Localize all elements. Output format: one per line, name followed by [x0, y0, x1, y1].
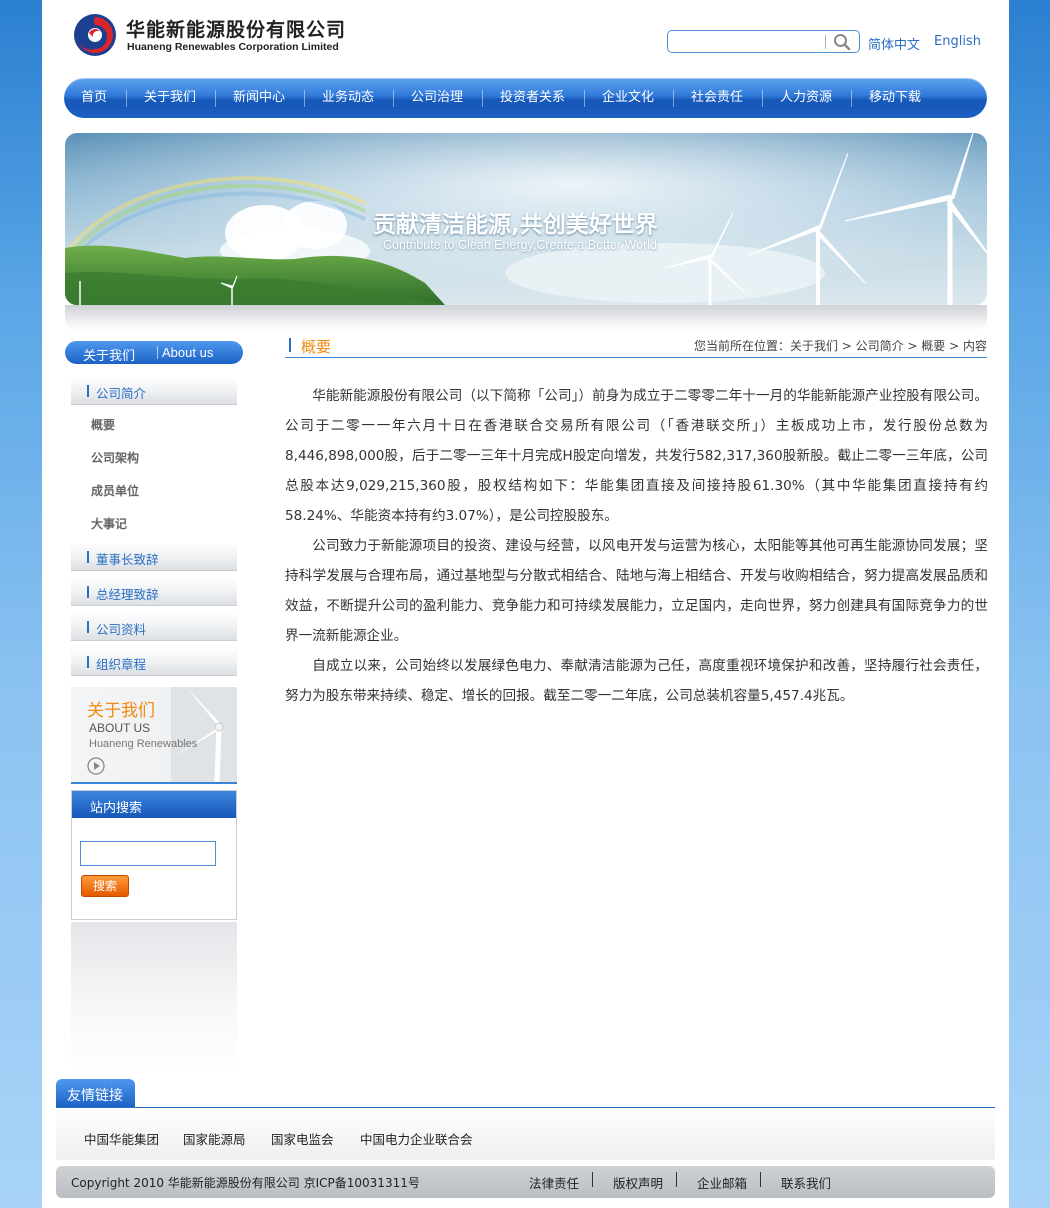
banner-subtitle: Contribute to Clean Energy,Create a Bett… — [383, 238, 657, 252]
sidebar-fade — [71, 922, 237, 1072]
search-icon[interactable] — [833, 33, 851, 51]
top-search-box — [667, 30, 860, 53]
nav-divider — [584, 90, 585, 107]
nav-divider — [304, 90, 305, 107]
content-paragraph: 自成立以来，公司始终以发展绿色电力、奉献清洁能源为己任，高度重视环境保护和改善，… — [285, 658, 988, 704]
content-paragraph: 公司致力于新能源项目的投资、建设与经营，以风电开发与运营为核心，太阳能等其他可再… — [285, 538, 988, 644]
company-name-en: Huaneng Renewables Corporation Limited — [127, 41, 339, 53]
nav-item-investors[interactable]: 投资者关系 — [500, 78, 565, 118]
friendly-link-huaneng[interactable]: 中国华能集团 — [84, 1129, 159, 1148]
footer-link-email[interactable]: 企业邮箱 — [697, 1173, 747, 1192]
site-search-panel: 站内搜索 搜索 — [71, 790, 237, 920]
nav-item-hr[interactable]: 人力资源 — [780, 78, 832, 118]
sidebar-subitem-milestones[interactable]: 大事记 — [91, 515, 127, 532]
page: 华能新能源股份有限公司 Huaneng Renewables Corporati… — [42, 0, 1009, 1208]
sidebar-item-label: 公司资料 — [96, 622, 147, 637]
footer-bar: Copyright 2010 华能新能源股份有限公司 京ICP备10031311… — [56, 1166, 995, 1198]
footer-divider — [676, 1172, 677, 1187]
top-search-input[interactable] — [674, 33, 828, 52]
nav-item-business[interactable]: 业务动态 — [322, 78, 374, 118]
sidebar-item-marker — [87, 385, 89, 397]
nav-divider — [762, 90, 763, 107]
sidebar-item-marker — [87, 621, 89, 633]
about-us-promo[interactable]: 关于我们 ABOUT US Huaneng Renewables — [71, 687, 237, 784]
sidebar-subitem-overview[interactable]: 概要 — [91, 416, 115, 433]
site-search-button[interactable]: 搜索 — [81, 875, 129, 897]
sidebar-item-marker — [87, 656, 89, 668]
content-body: 华能新能源股份有限公司（以下简称「公司」）前身为成立于二零零二年十一月的华能新能… — [285, 381, 988, 711]
sidebar-item-label: 总经理致辞 — [96, 587, 159, 602]
nav-item-news[interactable]: 新闻中心 — [233, 78, 285, 118]
copyright: Copyright 2010 华能新能源股份有限公司 京ICP备10031311… — [71, 1176, 420, 1190]
nav-item-home[interactable]: 首页 — [81, 78, 107, 118]
footer-link-legal[interactable]: 法律责任 — [529, 1173, 579, 1192]
sidebar-item-chairman[interactable]: 董事长致辞 — [71, 543, 237, 571]
content-title-marker — [289, 338, 291, 352]
sidebar-item-label: 组织章程 — [96, 657, 147, 672]
site-search-input[interactable] — [80, 841, 216, 866]
company-name-cn: 华能新能源股份有限公司 — [126, 19, 347, 41]
content-title: 概要 — [301, 338, 332, 356]
nav-item-about[interactable]: 关于我们 — [144, 78, 196, 118]
sidebar-header-cn: 关于我们 — [83, 349, 136, 364]
footer-link-copyright[interactable]: 版权声明 — [613, 1173, 663, 1192]
sidebar-item-articles[interactable]: 组织章程 — [71, 648, 237, 676]
sidebar-item-label: 公司简介 — [96, 386, 147, 401]
lang-link-cn[interactable]: 简体中文 — [868, 34, 920, 53]
nav-divider — [673, 90, 674, 107]
site-search-header: 站内搜索 — [72, 791, 236, 818]
content-paragraph: 华能新能源股份有限公司（以下简称「公司」）前身为成立于二零零二年十一月的华能新能… — [285, 388, 988, 524]
nav-item-governance[interactable]: 公司治理 — [411, 78, 463, 118]
sidebar-header-en: About us — [162, 345, 214, 360]
sidebar-header-divider — [157, 346, 158, 359]
friendly-links-title: 友情链接 — [67, 1088, 123, 1104]
friendly-link-serc[interactable]: 国家电监会 — [271, 1129, 334, 1148]
logo[interactable]: 华能新能源股份有限公司 Huaneng Renewables Corporati… — [72, 13, 345, 59]
nav-divider — [215, 90, 216, 107]
sidebar-header: 关于我们 About us — [65, 341, 243, 364]
sidebar-item-marker — [87, 551, 89, 563]
banner-shadow — [65, 305, 987, 331]
sidebar-item-company-info[interactable]: 公司资料 — [71, 613, 237, 641]
about-us-title-cn: 关于我们 — [87, 701, 155, 721]
sidebar-item-marker — [87, 586, 89, 598]
content-title-divider — [285, 357, 987, 358]
sidebar-subitem-structure[interactable]: 公司架构 — [91, 449, 139, 466]
footer-divider — [592, 1172, 593, 1187]
search-divider — [825, 35, 826, 49]
logo-mark-icon — [74, 14, 116, 56]
sidebar-item-company-profile[interactable]: 公司简介 — [71, 377, 237, 405]
hero-banner: 贡献清洁能源,共创美好世界 Contribute to Clean Energy… — [65, 133, 987, 305]
friendly-link-nea[interactable]: 国家能源局 — [183, 1129, 246, 1148]
footer-link-contact[interactable]: 联系我们 — [781, 1173, 831, 1192]
site-search-title: 站内搜索 — [90, 801, 143, 816]
friendly-link-cec[interactable]: 中国电力企业联合会 — [360, 1129, 473, 1148]
nav-divider — [482, 90, 483, 107]
sidebar-item-label: 董事长致辞 — [96, 552, 159, 567]
sidebar-subitem-members[interactable]: 成员单位 — [91, 482, 139, 499]
nav-divider — [393, 90, 394, 107]
lang-link-en[interactable]: English — [934, 34, 981, 49]
nav-item-responsibility[interactable]: 社会责任 — [691, 78, 743, 118]
main-nav: 首页 关于我们 新闻中心 业务动态 公司治理 投资者关系 企业文化 社会责任 人… — [64, 78, 987, 118]
nav-item-mobile[interactable]: 移动下载 — [869, 78, 921, 118]
nav-item-culture[interactable]: 企业文化 — [602, 78, 654, 118]
sidebar-item-president[interactable]: 总经理致辞 — [71, 578, 237, 606]
banner-title: 贡献清洁能源,共创美好世界 — [373, 212, 658, 238]
nav-divider — [851, 90, 852, 107]
about-us-subtitle: Huaneng Renewables — [89, 738, 198, 750]
breadcrumb: 您当前所在位置：关于我们 > 公司简介 > 概要 > 内容 — [693, 339, 987, 353]
friendly-links-tab: 友情链接 — [56, 1079, 135, 1107]
about-us-title-en: ABOUT US — [89, 721, 151, 735]
nav-divider — [126, 90, 127, 107]
play-icon[interactable] — [87, 757, 105, 775]
footer-divider — [760, 1172, 761, 1187]
